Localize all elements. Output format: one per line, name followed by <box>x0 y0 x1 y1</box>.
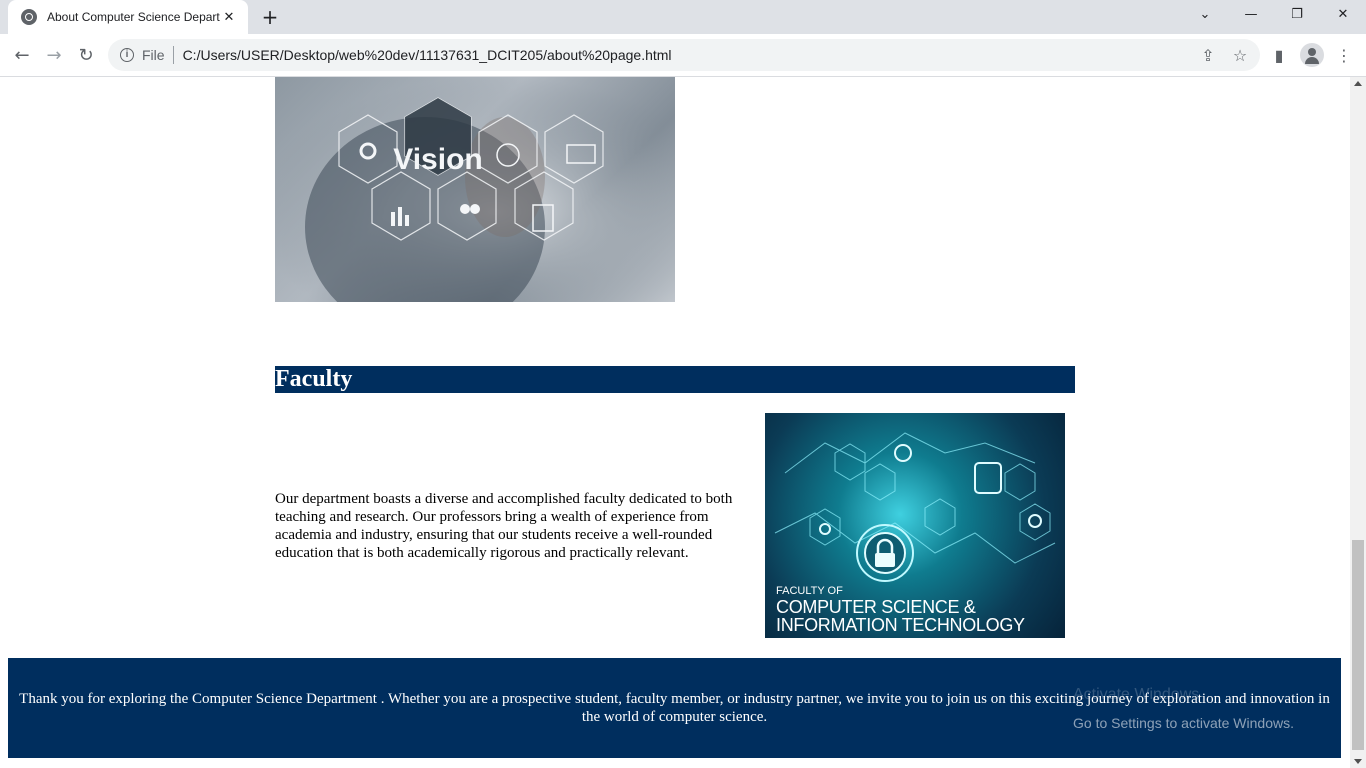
faculty-description: Our department boasts a diverse and acco… <box>275 491 733 561</box>
menu-icon[interactable]: ⋮ <box>1330 42 1358 70</box>
cs-image-caption-big: COMPUTER SCIENCE & INFORMATION TECHNOLOG… <box>776 597 1025 635</box>
tab-search-icon[interactable]: ⌄ <box>1182 0 1228 30</box>
restore-button[interactable]: ❐ <box>1274 0 1320 30</box>
page-scrollbar[interactable] <box>1350 77 1366 768</box>
tab-title: About Computer Science Depart <box>47 10 220 24</box>
scroll-thumb[interactable] <box>1352 540 1364 750</box>
globe-icon <box>21 9 37 25</box>
browser-tab[interactable]: About Computer Science Depart ✕ <box>8 0 248 34</box>
info-icon[interactable]: i <box>120 48 134 62</box>
minimize-button[interactable]: — <box>1228 0 1274 30</box>
back-button[interactable]: ← <box>8 42 36 70</box>
side-panel-icon[interactable]: ▮ <box>1265 42 1293 70</box>
vision-graphic: Vision <box>275 77 675 302</box>
profile-avatar[interactable] <box>1300 43 1324 67</box>
faculty-cs-image: FACULTY OF COMPUTER SCIENCE & INFORMATIO… <box>765 413 1065 638</box>
new-tab-button[interactable]: + <box>258 5 282 29</box>
file-label: File <box>142 47 165 63</box>
forward-button[interactable]: → <box>40 42 68 70</box>
faculty-heading: Faculty <box>275 366 1075 393</box>
scroll-up-arrow-icon[interactable] <box>1354 81 1362 86</box>
vision-image: Vision <box>275 77 675 302</box>
address-bar[interactable]: i File C:/Users/USER/Desktop/web%20dev/1… <box>108 39 1260 71</box>
tab-close-icon[interactable]: ✕ <box>220 10 238 25</box>
watermark-title: Activate Windows <box>1073 686 1200 703</box>
divider <box>172 46 174 64</box>
browser-toolbar: ← → ↻ i File C:/Users/USER/Desktop/web%2… <box>0 34 1366 77</box>
scroll-down-arrow-icon[interactable] <box>1354 759 1362 764</box>
tab-strip: About Computer Science Depart ✕ + ⌄ — ❐ … <box>0 0 1366 34</box>
watermark-subtitle: Go to Settings to activate Windows. <box>1073 715 1294 731</box>
page-viewport: Vision Faculty Our department boasts a d… <box>0 77 1350 768</box>
url-text[interactable]: C:/Users/USER/Desktop/web%20dev/11137631… <box>183 47 672 63</box>
bookmark-star-icon[interactable]: ☆ <box>1226 42 1254 70</box>
vision-label: Vision <box>393 143 482 176</box>
share-icon[interactable]: ⇪ <box>1194 42 1222 70</box>
close-window-button[interactable]: ✕ <box>1320 0 1366 30</box>
page-footer: Thank you for exploring the Computer Sci… <box>8 658 1341 758</box>
reload-button[interactable]: ↻ <box>72 42 100 70</box>
cs-image-caption-small: FACULTY OF <box>776 585 843 597</box>
